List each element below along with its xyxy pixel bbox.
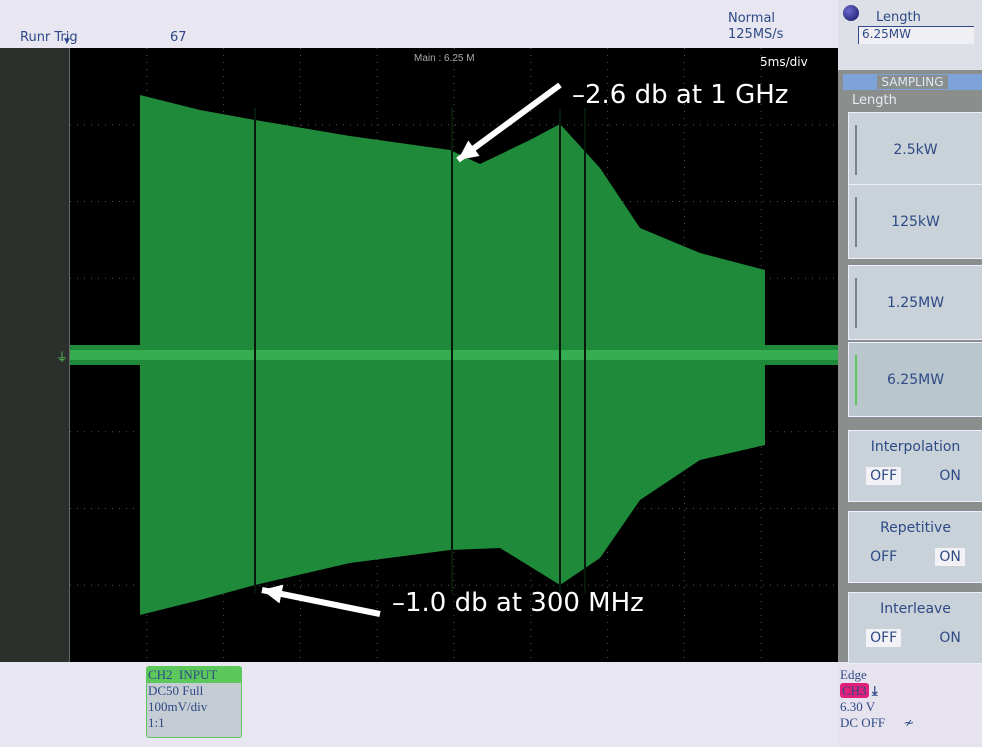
trigger-info[interactable]: Edge CH3 ⤓ 6.30 V DC OFF ≁: [840, 667, 913, 731]
toggle-title: Repetitive: [880, 520, 951, 536]
waveform-display[interactable]: Main : 6.25 M 5ms/div –2.6 db at 1 GHz –…: [0, 48, 838, 662]
option-on[interactable]: ON: [935, 629, 965, 647]
trigger-mode: Normal: [728, 11, 776, 26]
option-on[interactable]: ON: [935, 548, 965, 566]
length-option-6-25mw[interactable]: 6.25MW: [848, 342, 982, 417]
length-option-2-5kw[interactable]: 2.5kW: [848, 112, 982, 187]
trigger-coupling: DC OFF: [840, 715, 886, 730]
left-margin: ⏚: [0, 48, 70, 662]
trigger-source: CH3: [840, 683, 869, 698]
bottom-status-bar: [0, 662, 838, 747]
annotation-bottom: –1.0 db at 300 MHz: [392, 588, 644, 618]
channel-scale: 100mV/div: [148, 699, 208, 714]
sampling-label: SAMPLING: [877, 75, 948, 89]
channel-coupling: DC50 Full: [148, 683, 204, 698]
channel-title: CH2 INPUT: [147, 667, 241, 683]
sample-rate: 125MS/s: [728, 27, 784, 42]
option-label: 2.5kW: [893, 142, 938, 158]
length-value[interactable]: 6.25MW: [858, 26, 974, 44]
option-off[interactable]: OFF: [866, 629, 902, 647]
length-option-1-25mw[interactable]: 1.25MW: [848, 265, 982, 340]
repetitive-toggle[interactable]: Repetitive OFF ON: [848, 511, 982, 583]
knob-icon[interactable]: [843, 5, 859, 21]
channel-probe: 1:1: [148, 715, 165, 730]
length-group-label: Length: [852, 93, 897, 108]
sampling-section-title: SAMPLING: [843, 74, 982, 90]
channel-info-box[interactable]: CH2 INPUT DC50 Full 100mV/div 1:1: [146, 666, 242, 738]
ground-marker-icon[interactable]: ⏚: [56, 348, 68, 365]
top-status-bar: Runr Trig 67 Normal 125MS/s: [0, 0, 838, 48]
timebase-label: 5ms/div: [760, 55, 808, 69]
trigger-position-icon[interactable]: ▼: [62, 36, 72, 47]
option-off[interactable]: OFF: [866, 467, 902, 485]
falling-edge-icon: ⤓: [871, 683, 878, 698]
length-title: Length: [876, 10, 921, 25]
interleave-toggle[interactable]: Interleave OFF ON: [848, 592, 982, 664]
option-label: 125kW: [891, 214, 940, 230]
trigger-type: Edge: [840, 667, 867, 682]
main-record-label: Main : 6.25 M: [414, 53, 475, 64]
noise-reject-icon: ≁: [902, 715, 914, 730]
toggle-title: Interpolation: [870, 439, 961, 455]
length-header: Length 6.25MW: [838, 0, 982, 70]
acquisition-count: 67: [170, 30, 187, 45]
length-option-125kw[interactable]: 125kW: [848, 184, 982, 259]
annotation-top: –2.6 db at 1 GHz: [572, 80, 789, 110]
option-label: 1.25MW: [886, 295, 945, 311]
option-on[interactable]: ON: [935, 467, 965, 485]
toggle-title: Interleave: [880, 601, 951, 617]
interpolation-toggle[interactable]: Interpolation OFF ON: [848, 430, 982, 502]
trigger-level: 6.30 V: [840, 699, 876, 714]
option-off[interactable]: OFF: [866, 548, 901, 566]
arrow-bottom-head: [262, 584, 284, 604]
option-label: 6.25MW: [886, 372, 945, 388]
trace-center: [70, 350, 838, 360]
